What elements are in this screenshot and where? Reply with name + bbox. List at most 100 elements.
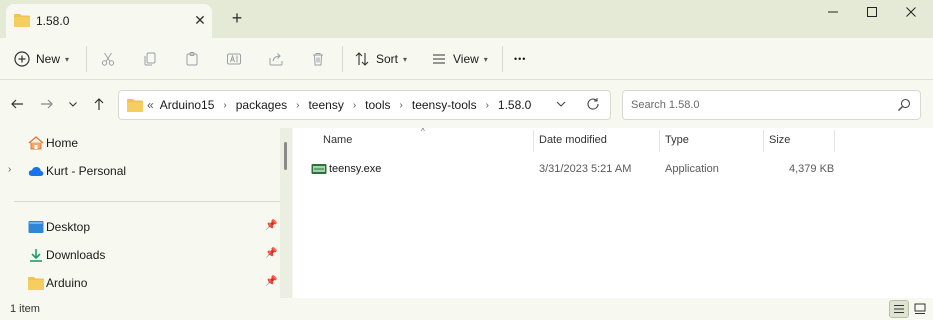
recent-locations-button[interactable]	[64, 95, 82, 113]
minimize-button[interactable]	[814, 0, 852, 24]
chevron-right-icon[interactable]: ›	[296, 100, 299, 111]
file-date: 3/31/2023 5:21 AM	[539, 163, 632, 175]
nav-divider	[14, 201, 284, 202]
column-header-type[interactable]: Type	[665, 134, 689, 146]
close-button[interactable]	[892, 0, 930, 24]
breadcrumb-item[interactable]: Arduino15	[160, 98, 215, 112]
new-button-label: New	[36, 52, 61, 66]
breadcrumb: « Arduino15 › packages › teensy › tools …	[127, 91, 531, 119]
copy-icon	[144, 52, 156, 66]
column-divider[interactable]	[659, 130, 660, 152]
item-count: 1 item	[10, 303, 40, 315]
status-bar: 1 item	[0, 298, 933, 320]
new-tab-button[interactable]: +	[228, 9, 246, 27]
share-button[interactable]	[266, 49, 286, 69]
table-row[interactable]: teensy.exe 3/31/2023 5:21 AM Application…	[307, 158, 847, 180]
arrow-up-icon	[94, 98, 104, 110]
breadcrumb-item[interactable]: teensy	[308, 98, 343, 112]
nav-item-desktop[interactable]: Desktop 📌	[0, 215, 285, 239]
up-button[interactable]	[90, 95, 108, 113]
sort-button[interactable]: Sort ▾	[354, 47, 407, 71]
sort-button-label: Sort	[376, 52, 399, 66]
cut-icon	[101, 52, 115, 66]
arrow-left-icon	[11, 99, 23, 109]
breadcrumb-item[interactable]: packages	[236, 98, 287, 112]
tab-current[interactable]: 1.58.0 ✕	[6, 4, 212, 38]
copy-button[interactable]	[140, 49, 160, 69]
column-header-size[interactable]: Size	[769, 134, 790, 146]
file-type: Application	[665, 163, 719, 175]
cut-button[interactable]	[98, 49, 118, 69]
column-header-date[interactable]: Date modified	[539, 134, 607, 146]
search-placeholder: Search 1.58.0	[631, 99, 700, 111]
view-button[interactable]: View ▾	[431, 47, 488, 71]
trash-icon	[313, 53, 323, 66]
nav-item-label: Kurt - Personal	[46, 164, 127, 178]
new-button[interactable]: New ▾	[14, 47, 69, 71]
nav-item-label: Arduino	[46, 276, 88, 290]
forward-button[interactable]	[38, 95, 56, 113]
paste-button[interactable]	[182, 49, 202, 69]
address-bar[interactable]: « Arduino15 › packages › teensy › tools …	[118, 90, 611, 120]
search-input[interactable]: Search 1.58.0	[622, 90, 921, 120]
more-options-button[interactable]: •••	[514, 47, 526, 71]
chevron-down-icon	[69, 102, 77, 107]
download-icon	[28, 248, 44, 262]
exe-icon	[311, 162, 327, 179]
chevron-right-icon[interactable]: ›	[8, 164, 11, 175]
nav-item-home[interactable]: Home	[0, 131, 285, 155]
close-icon	[906, 7, 916, 17]
nav-item-label: Downloads	[46, 248, 106, 262]
arrow-right-icon	[41, 99, 53, 109]
column-divider[interactable]	[834, 130, 835, 152]
desktop-icon	[28, 220, 44, 234]
chevron-right-icon[interactable]: ›	[353, 100, 356, 111]
chevron-right-icon[interactable]: ›	[486, 100, 489, 111]
scrollbar-thumb[interactable]	[284, 142, 287, 170]
maximize-button[interactable]	[853, 0, 891, 24]
folder-icon	[127, 99, 143, 112]
pin-icon[interactable]: 📌	[265, 276, 277, 287]
maximize-icon	[867, 7, 877, 17]
column-header-name[interactable]: Name	[323, 134, 352, 146]
chevron-down-icon: ▾	[403, 54, 408, 64]
details-view-button[interactable]	[889, 300, 909, 318]
home-icon	[28, 136, 44, 150]
nav-item-downloads[interactable]: Downloads 📌	[0, 243, 285, 267]
delete-button[interactable]	[308, 49, 328, 69]
nav-item-label: Desktop	[46, 220, 91, 234]
breadcrumb-overflow[interactable]: «	[147, 98, 154, 112]
address-history-button[interactable]	[555, 98, 567, 113]
tab-close-icon[interactable]: ✕	[192, 12, 208, 28]
chevron-down-icon: ▾	[483, 54, 488, 64]
nav-item-label: Home	[46, 136, 79, 150]
toolbar-divider	[86, 46, 87, 72]
rename-button[interactable]	[224, 49, 244, 69]
nav-scrollbar[interactable]	[280, 128, 292, 298]
breadcrumb-item[interactable]: 1.58.0	[498, 98, 531, 112]
pin-icon[interactable]: 📌	[265, 220, 277, 231]
cloud-icon	[28, 164, 44, 178]
more-icon: •••	[514, 54, 527, 64]
pin-icon[interactable]: 📌	[265, 248, 277, 259]
column-divider[interactable]	[533, 130, 534, 152]
nav-item-arduino[interactable]: Arduino 📌	[0, 271, 285, 295]
tiles-view-button[interactable]	[910, 300, 930, 318]
chevron-right-icon[interactable]: ›	[400, 100, 403, 111]
nav-item-kurt-personal[interactable]: › Kurt - Personal	[0, 159, 285, 183]
command-bar: New ▾ Sort ▾ View ▾ •••	[0, 38, 933, 80]
share-icon	[269, 53, 283, 66]
folder-icon	[28, 276, 44, 290]
toolbar-divider	[342, 46, 343, 72]
column-divider[interactable]	[763, 130, 764, 152]
file-name: teensy.exe	[329, 163, 382, 175]
view-button-label: View	[453, 52, 479, 66]
breadcrumb-item[interactable]: teensy-tools	[412, 98, 477, 112]
chevron-right-icon[interactable]: ›	[223, 100, 226, 111]
breadcrumb-item[interactable]: tools	[365, 98, 390, 112]
file-list: ^ Name Date modified Type Size teensy.ex…	[293, 127, 933, 298]
chevron-down-icon: ▾	[65, 54, 70, 64]
paste-icon	[186, 52, 198, 66]
back-button[interactable]	[8, 95, 26, 113]
refresh-button[interactable]	[586, 97, 600, 114]
